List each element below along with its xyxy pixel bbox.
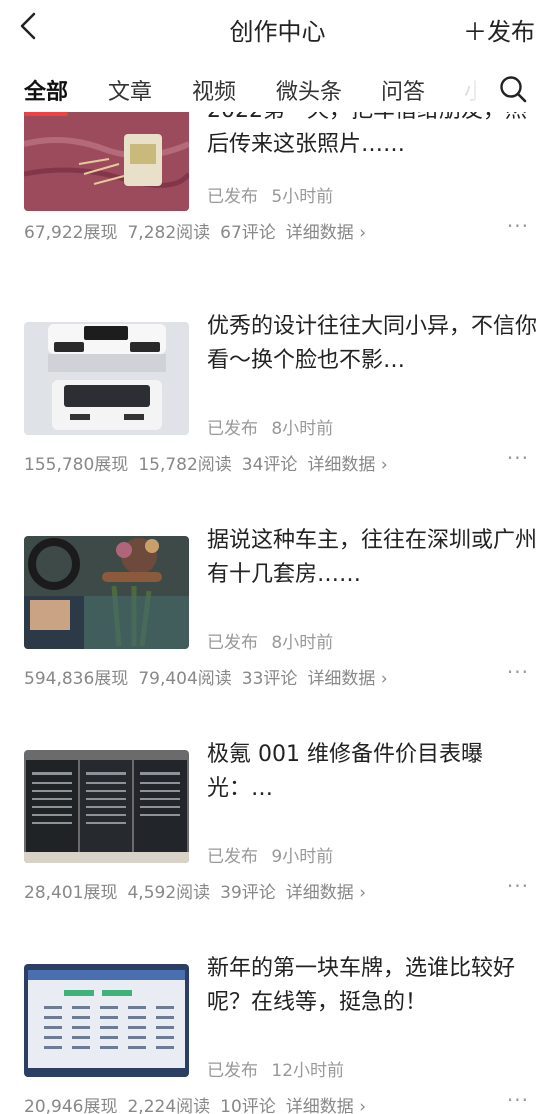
detail-data-link[interactable]: 详细数据 › (286, 1097, 366, 1114)
tab-articles[interactable]: 文章 (108, 74, 152, 106)
publish-time: 12小时前 (271, 1061, 345, 1081)
detail-data-link[interactable]: 详细数据 › (286, 883, 366, 903)
article-thumbnail (24, 750, 189, 863)
publish-time: 9小时前 (271, 847, 334, 867)
publish-time: 8小时前 (271, 633, 334, 653)
reads-count: 15,782阅读 (138, 455, 232, 475)
comments-count: 34评论 (241, 455, 298, 475)
article-stats: 20,946展现 2,224阅读 10评论 详细数据 › (24, 1092, 376, 1114)
article-status: 已发布 8小时前 (207, 628, 333, 653)
status-label: 已发布 (207, 1061, 258, 1081)
search-icon[interactable] (498, 74, 528, 104)
more-options-icon[interactable]: ··· (507, 446, 529, 470)
impressions-count: 67,922展现 (24, 223, 118, 243)
article-status: 已发布 5小时前 (207, 182, 333, 207)
tab-videos[interactable]: 视频 (192, 74, 236, 106)
comments-count: 10评论 (220, 1097, 276, 1114)
detail-data-link[interactable]: 详细数据 › (286, 223, 366, 243)
article-stats: 67,922展现 7,282阅读 67评论 详细数据 › (24, 218, 376, 243)
more-options-icon[interactable]: ··· (507, 1088, 529, 1112)
article-title[interactable]: 2022第一天，把车借给朋友，然后传来这张照片…… (207, 112, 537, 162)
tab-qa[interactable]: 问答 (381, 74, 425, 106)
tab-micro-headlines[interactable]: 微头条 (276, 74, 342, 106)
impressions-count: 594,836展现 (24, 669, 129, 689)
list-item[interactable]: 极氪 001 维修备件价目表曝光：… 已发布 9小时前 28,401展现 4,59… (0, 738, 555, 952)
article-thumbnail (24, 322, 189, 435)
more-options-icon[interactable]: ··· (507, 214, 529, 238)
detail-data-link[interactable]: 详细数据 › (307, 669, 387, 689)
article-title[interactable]: 新年的第一块车牌，选谁比较好呢？在线等，挺急的！ (207, 952, 537, 1020)
impressions-count: 20,946展现 (24, 1097, 118, 1114)
publish-time: 8小时前 (271, 419, 334, 439)
article-thumbnail (24, 112, 189, 211)
article-title[interactable]: 优秀的设计往往大同小异，不信你看～换个脸也不影… (207, 310, 537, 378)
article-list: 2022第一天，把车借给朋友，然后传来这张照片…… 已发布 5小时前 67,92… (0, 112, 555, 1114)
top-bar: 创作中心 ＋发布 (0, 0, 555, 56)
reads-count: 2,224阅读 (127, 1097, 211, 1114)
list-item[interactable]: 新年的第一块车牌，选谁比较好呢？在线等，挺急的！ 已发布 12小时前 20,94… (0, 952, 555, 1114)
detail-data-link[interactable]: 详细数据 › (307, 455, 387, 475)
more-options-icon[interactable]: ··· (507, 874, 529, 898)
reads-count: 79,404阅读 (138, 669, 232, 689)
article-title[interactable]: 极氪 001 维修备件价目表曝光：… (207, 738, 537, 806)
comments-count: 67评论 (220, 223, 276, 243)
article-title[interactable]: 据说这种车主，往往在深圳或广州有十几套房…… (207, 524, 537, 592)
article-thumbnail (24, 964, 189, 1077)
active-tab-indicator (24, 112, 68, 116)
tab-all[interactable]: 全部 (24, 74, 68, 106)
article-status: 已发布 12小时前 (207, 1056, 344, 1081)
status-label: 已发布 (207, 187, 258, 207)
article-thumbnail (24, 536, 189, 649)
impressions-count: 28,401展现 (24, 883, 118, 903)
tabs-fade (450, 70, 486, 106)
list-item[interactable]: 2022第一天，把车借给朋友，然后传来这张照片…… 已发布 5小时前 67,92… (0, 112, 555, 310)
publish-button[interactable]: ＋发布 (463, 12, 535, 47)
status-label: 已发布 (207, 847, 258, 867)
article-status: 已发布 9小时前 (207, 842, 333, 867)
article-stats: 594,836展现 79,404阅读 33评论 详细数据 › (24, 664, 398, 689)
publish-time: 5小时前 (271, 187, 334, 207)
article-stats: 28,401展现 4,592阅读 39评论 详细数据 › (24, 878, 376, 903)
article-status: 已发布 8小时前 (207, 414, 333, 439)
impressions-count: 155,780展现 (24, 455, 129, 475)
reads-count: 7,282阅读 (127, 223, 211, 243)
article-stats: 155,780展现 15,782阅读 34评论 详细数据 › (24, 450, 398, 475)
status-label: 已发布 (207, 419, 258, 439)
comments-count: 33评论 (241, 669, 298, 689)
status-label: 已发布 (207, 633, 258, 653)
list-item[interactable]: 据说这种车主，往往在深圳或广州有十几套房…… 已发布 8小时前 594,836展… (0, 524, 555, 738)
comments-count: 39评论 (220, 883, 276, 903)
more-options-icon[interactable]: ··· (507, 660, 529, 684)
list-item[interactable]: 优秀的设计往往大同小异，不信你看～换个脸也不影… 已发布 8小时前 155,78… (0, 310, 555, 524)
reads-count: 4,592阅读 (127, 883, 211, 903)
